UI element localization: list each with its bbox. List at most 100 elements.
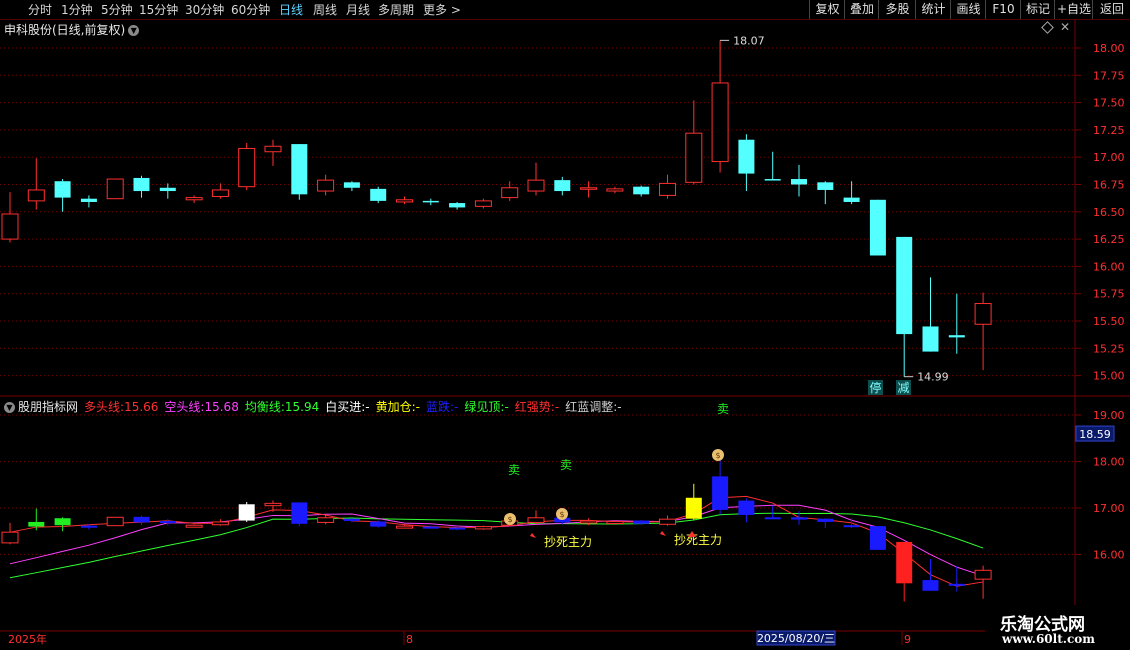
period-tab-9[interactable]: 多周期 [378,1,414,18]
candle-body [1,213,19,240]
candle-body [211,189,229,198]
sub-candle-body [633,520,650,524]
period-tab-10[interactable]: 更多 > [423,1,461,18]
sub-candle-body [133,516,150,523]
price-tick-label: 16.75 [1093,179,1125,192]
candle-body [449,203,466,208]
period-tab-4[interactable]: 30分钟 [185,1,224,18]
toolbar-button-6[interactable]: 标记 [1020,0,1055,19]
badge-0: 停 [869,380,881,395]
sub-candle-body [764,517,781,520]
candle-body [291,144,308,195]
sub-candle-body [264,502,282,507]
sub-candle-body [606,520,624,524]
candle-body [659,182,676,196]
candle-body [80,198,97,202]
sub-candle-body [712,476,729,510]
candle-body [396,199,413,203]
period-tab-1[interactable]: 1分钟 [61,1,93,18]
sub-candle-body [922,580,939,591]
buy-label-1: 抄死主力 [674,533,722,547]
buy-label-0: 抄死主力 [544,535,592,549]
price-tick-label: 16.00 [1093,260,1125,273]
candle-body [633,186,650,195]
period-tab-8[interactable]: 月线 [346,1,370,18]
period-tab-2[interactable]: 5分钟 [101,1,133,18]
candle-body [711,82,729,163]
sub-candle-body [422,526,439,529]
sub-candle-body [791,517,807,520]
current-price-label: 18.59 [1079,428,1111,441]
sub-candle-body [817,518,834,522]
candle-body [133,177,150,192]
candle-body [791,179,807,185]
sub-candle-body [185,524,203,528]
toolbar-button-2[interactable]: 多股 [878,0,916,19]
kline-chart[interactable]: 18.00 17.75 17.50 17.25 17.00 16.75 16.50 16.25… [0,20,1130,650]
period-tab-3[interactable]: 15分钟 [139,1,178,18]
candle-body [501,187,519,199]
candle-body [948,335,965,338]
sub-tick-label: 16.00 [1093,549,1125,562]
candle-body [606,188,624,192]
toolbar-button-8[interactable]: 返回 [1092,0,1130,19]
sub-tick-label: 17.00 [1093,502,1125,515]
period-tab-5[interactable]: 60分钟 [231,1,270,18]
price-tick-label: 17.50 [1093,97,1125,110]
sub-candle-body [896,541,913,584]
candle-body [580,187,598,190]
sub-candle-body [1,531,19,544]
candle-body [554,180,571,192]
sub-tick-label: 18.00 [1093,456,1125,469]
sell-label-2: 卖 [717,402,729,416]
sub-candle-body [238,504,255,521]
date-label-month9: 9 [904,633,911,646]
toolbar-button-1[interactable]: 叠加 [844,0,879,19]
toolbar-button-3[interactable]: 统计 [915,0,951,19]
candle-body [27,189,45,202]
sub-candle-body [685,497,702,519]
sub-candle-body [869,526,886,550]
candle-body [106,178,124,200]
money-bag-glyph: $ [715,451,720,460]
candle-body [422,200,439,203]
toolbar-button-4[interactable]: 画线 [950,0,986,19]
candle-body [159,187,176,192]
candle-body [738,139,755,174]
candle-body [54,181,71,198]
candle-body [843,197,860,202]
sub-candle-body [80,525,97,528]
candle-body [817,182,834,190]
buy-arrow-icon [530,533,536,538]
sub-candle-body [396,525,413,529]
sub-candle-body [580,520,598,524]
candle-body [685,132,703,183]
candle-body [343,182,360,188]
cursor-date-label: 2025/08/20/三 [757,632,835,645]
sub-candle-body [370,521,387,527]
buy-arrow-icon [660,531,666,536]
sub-candle-body [974,569,992,580]
toolbar-button-5[interactable]: F10 [985,0,1021,19]
badge-1: 减 [897,381,909,395]
money-bag-glyph: $ [559,510,564,519]
sub-candle-body [291,502,308,524]
sub-candle-body [449,527,466,530]
candle-body [185,197,203,201]
toolbar-button-7[interactable]: +自选 [1054,0,1093,19]
candle-body [527,179,545,192]
period-tab-7[interactable]: 周线 [313,1,337,18]
toolbar-button-0[interactable]: 复权 [809,0,845,19]
sub-candle-body [317,517,335,523]
sub-candle-body [106,516,124,527]
long-line [9,495,984,587]
watermark-url: www.60lt.com [1002,632,1095,646]
candle-body [370,188,387,201]
high-price-label: 18.07 [733,34,765,47]
price-tick-label: 17.00 [1093,151,1125,164]
sub-candle-body [343,518,360,522]
date-label-month8: 8 [406,633,413,646]
period-tab-6[interactable]: 日线 [279,1,303,18]
period-tab-0[interactable]: 分时 [28,1,52,18]
sell-label-0: 卖 [508,463,520,477]
